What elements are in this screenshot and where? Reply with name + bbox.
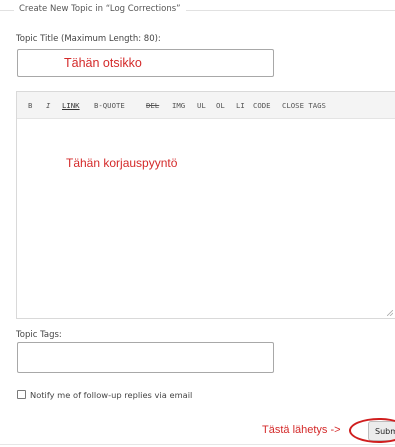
li-button[interactable]: LI <box>236 101 245 110</box>
submit-hint-annotation: Tästä lähetys -> <box>262 424 341 436</box>
ul-button[interactable]: UL <box>197 101 206 110</box>
topic-title-label: Topic Title (Maximum Length: 80): <box>16 34 161 44</box>
topic-body-editor[interactable]: B I LINK B-QUOTE DEL IMG UL OL LI CODE C… <box>16 91 395 319</box>
link-button[interactable]: LINK <box>62 101 80 110</box>
code-button[interactable]: CODE <box>253 101 271 110</box>
title-hint-annotation: Tähän otsikko <box>64 56 142 70</box>
topic-tags-input[interactable] <box>17 342 274 373</box>
notify-label: Notify me of follow-up replies via email <box>30 390 193 400</box>
blockquote-button[interactable]: B-QUOTE <box>94 101 125 110</box>
ol-button[interactable]: OL <box>216 101 225 110</box>
topic-tags-label: Topic Tags: <box>16 330 62 340</box>
img-button[interactable]: IMG <box>172 101 185 110</box>
resize-grip-icon[interactable] <box>387 310 393 316</box>
bottom-divider <box>0 444 395 445</box>
del-button[interactable]: DEL <box>146 101 159 110</box>
close-tags-button[interactable]: CLOSE TAGS <box>282 101 326 110</box>
form-legend: Create New Topic in “Log Corrections” <box>14 4 186 14</box>
italic-button[interactable]: I <box>46 101 50 110</box>
editor-toolbar: B I LINK B-QUOTE DEL IMG UL OL LI CODE C… <box>17 92 395 119</box>
bold-button[interactable]: B <box>28 101 32 110</box>
submit-button[interactable]: Submit <box>368 421 395 441</box>
topic-title-input[interactable] <box>17 49 274 77</box>
body-hint-annotation: Tähän korjauspyyntö <box>66 156 178 170</box>
notify-checkbox[interactable] <box>17 390 26 399</box>
